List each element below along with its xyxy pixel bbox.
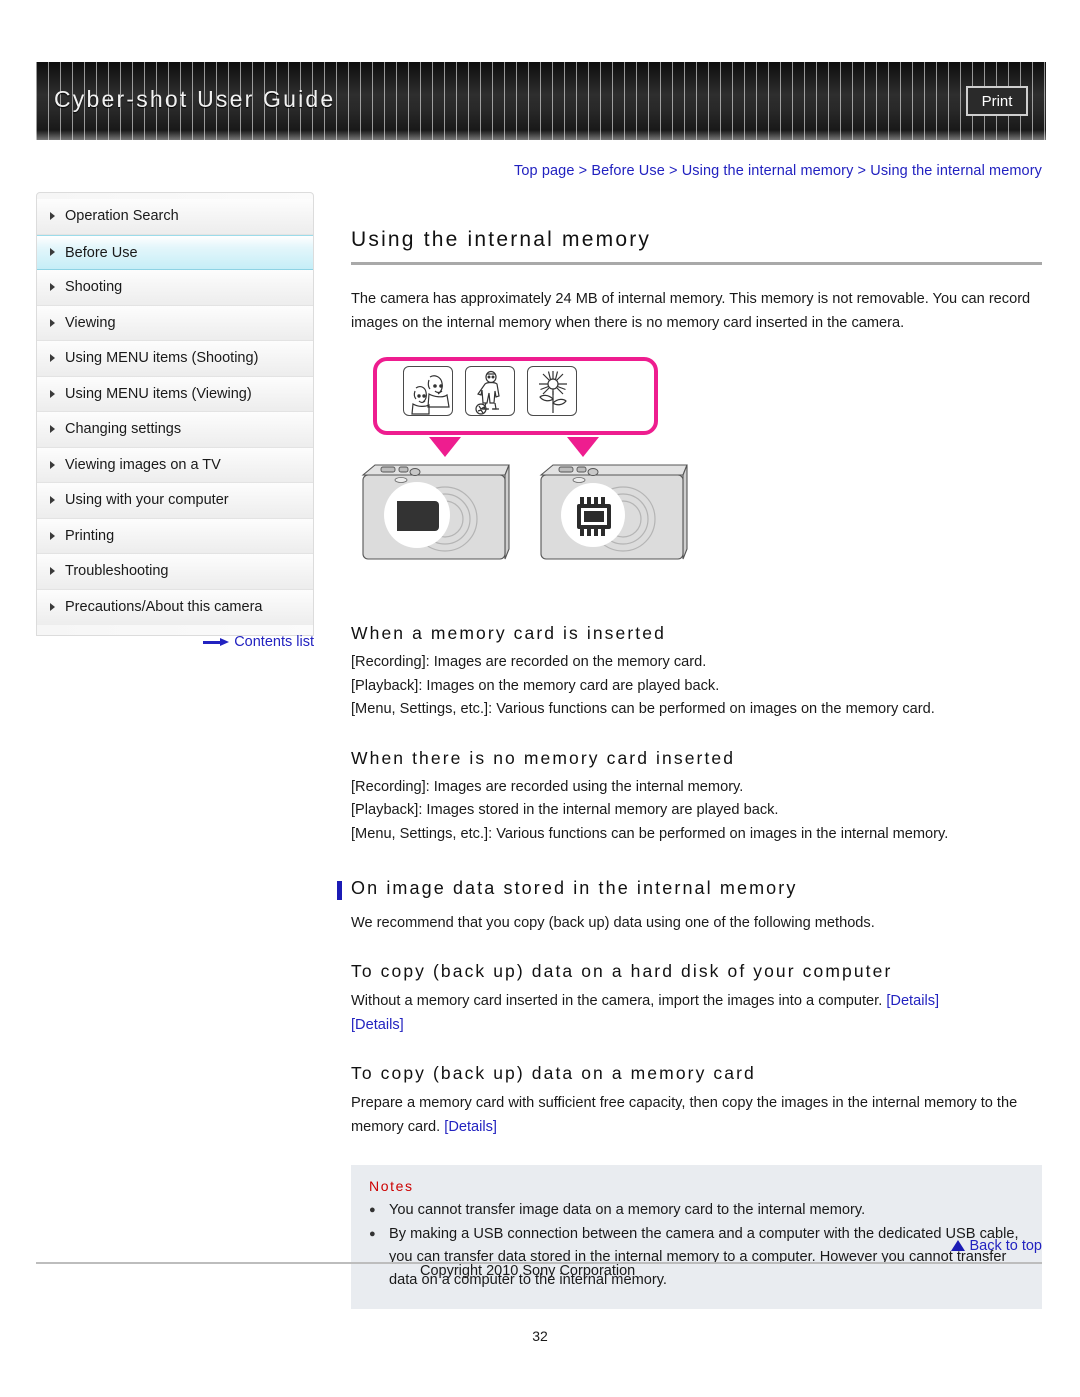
- sidebar-item-label: Before Use: [65, 244, 138, 261]
- sidebar-item-printing[interactable]: Printing: [37, 518, 313, 554]
- no-card-lines: [Recording]: Images are recorded using t…: [351, 776, 1042, 847]
- sidebar-item-label: Using with your computer: [65, 492, 229, 508]
- details-link-hard-disk-2[interactable]: [Details]: [351, 1017, 404, 1033]
- page-number: 32: [532, 1328, 548, 1344]
- print-button[interactable]: Print: [966, 86, 1028, 116]
- note-text: You cannot transfer image data on a memo…: [389, 1202, 866, 1218]
- bullet-icon: ●: [369, 1204, 376, 1216]
- sidebar-item-viewing-images-on-a-tv[interactable]: Viewing images on a TV: [37, 447, 313, 483]
- sidebar-item-label: Operation Search: [65, 208, 179, 224]
- chevron-right-icon: [50, 567, 55, 576]
- chevron-right-icon: [50, 603, 55, 612]
- sidebar-item-label: Using MENU items (Viewing): [65, 385, 252, 402]
- camera-with-memory-card-illustration: [357, 453, 517, 573]
- sidebar-item-label: Precautions/About this camera: [65, 598, 263, 615]
- list-item: [Menu, Settings, etc.]: Various function…: [351, 825, 949, 842]
- list-item: [Menu, Settings, etc.]: Various function…: [351, 701, 935, 717]
- chevron-right-icon: [50, 283, 55, 292]
- copyright-text: Copyright 2010 Sony Corporation: [420, 1263, 636, 1279]
- sidebar-item-changing-settings[interactable]: Changing settings: [37, 412, 313, 448]
- details-link-memory-card[interactable]: [Details]: [444, 1119, 497, 1135]
- section-marker-icon: [337, 881, 342, 900]
- breadcrumb[interactable]: Top page > Before Use > Using the intern…: [0, 163, 1042, 179]
- chevron-right-icon: [50, 531, 55, 540]
- heading-when-no-card: When there is no memory card inserted: [351, 747, 736, 768]
- list-item: ● By making a USB connection between the…: [369, 1223, 1024, 1292]
- app-title: Cyber-shot User Guide: [54, 86, 336, 112]
- contents-list-label: Contents list: [234, 634, 314, 650]
- sidebar-item-label: Viewing: [65, 314, 116, 331]
- notes-box: Notes ● You cannot transfer image data o…: [351, 1165, 1042, 1309]
- chevron-right-icon: [50, 212, 55, 221]
- flower-photo-icon: [527, 366, 577, 416]
- thumbnail-group: [403, 366, 577, 416]
- heading-on-image-data-stored: On image data stored in the internal mem…: [337, 878, 1042, 900]
- chevron-right-icon: [50, 425, 55, 434]
- hard-disk-body-text: Without a memory card inserted in the ca…: [351, 993, 887, 1009]
- list-item: [Recording]: Images are recorded using t…: [351, 778, 744, 795]
- sidebar-item-troubleshooting[interactable]: Troubleshooting: [37, 554, 313, 590]
- list-item: ● You cannot transfer image data on a me…: [369, 1199, 1024, 1222]
- main-content: Using the internal memory The camera has…: [337, 192, 1042, 1309]
- arrow-right-icon: [203, 637, 230, 647]
- internal-memory-illustration: [351, 353, 721, 601]
- chevron-right-icon: [50, 389, 55, 398]
- sidebar-item-label: Troubleshooting: [65, 563, 169, 579]
- details-link-hard-disk-1[interactable]: [Details]: [886, 993, 939, 1009]
- sidebar-item-using-with-your-computer[interactable]: Using with your computer: [37, 483, 313, 519]
- stored-data-intro: We recommend that you copy (back up) dat…: [351, 915, 875, 931]
- sidebar-item-label: Changing settings: [65, 421, 182, 437]
- heading-copy-to-memory-card: To copy (back up) data on a memory card: [351, 1063, 756, 1083]
- two-people-photo-icon: [403, 366, 453, 416]
- bullet-icon: ●: [369, 1228, 376, 1240]
- card-inserted-lines: [Recording]: Images are recorded on the …: [351, 651, 1042, 722]
- sidebar-item-shooting[interactable]: Shooting: [37, 270, 313, 306]
- heading-when-card-inserted: When a memory card is inserted: [351, 623, 666, 643]
- sidebar-item-using-menu-items-shooting[interactable]: Using MENU items (Shooting): [37, 341, 313, 377]
- soccer-player-photo-icon: [465, 366, 515, 416]
- copy-to-memory-card-text: Prepare a memory card with sufficient fr…: [351, 1091, 1042, 1139]
- heading-copy-to-hard-disk: To copy (back up) data on a hard disk of…: [351, 961, 893, 981]
- back-to-top-link[interactable]: Back to top: [351, 1238, 1042, 1254]
- sidebar-item-viewing[interactable]: Viewing: [37, 305, 313, 341]
- copy-to-hard-disk-text: Without a memory card inserted in the ca…: [351, 989, 1042, 1037]
- chevron-right-icon: [50, 354, 55, 363]
- chevron-right-icon: [50, 496, 55, 505]
- sidebar-nav: Operation Search Before Use Shooting Vie…: [36, 192, 314, 636]
- notes-title: Notes: [369, 1178, 414, 1194]
- contents-list-link[interactable]: Contents list: [36, 634, 314, 650]
- title-divider: [351, 262, 1042, 265]
- chevron-right-icon: [50, 460, 55, 469]
- sidebar-item-label: Viewing images on a TV: [65, 456, 221, 473]
- note-text: By making a USB connection between the c…: [389, 1226, 1019, 1288]
- triangle-up-icon: [951, 1240, 966, 1251]
- list-item: [Playback]: Images on the memory card ar…: [351, 677, 720, 694]
- sidebar-item-before-use[interactable]: Before Use: [37, 234, 313, 270]
- list-item: [Playback]: Images stored in the interna…: [351, 802, 779, 818]
- page-title: Using the internal memory: [351, 228, 652, 251]
- sidebar-item-label: Shooting: [65, 279, 123, 295]
- sidebar-item-operation-search[interactable]: Operation Search: [37, 199, 313, 235]
- list-item: [Recording]: Images are recorded on the …: [351, 654, 707, 670]
- section-heading-label: On image data stored in the internal mem…: [351, 878, 798, 898]
- camera-with-internal-memory-illustration: [535, 453, 695, 573]
- app-header-banner: Cyber-shot User Guide Print: [36, 62, 1046, 140]
- chevron-right-icon: [50, 248, 55, 257]
- back-to-top-label: Back to top: [969, 1238, 1042, 1254]
- sidebar-item-label: Printing: [65, 527, 115, 544]
- intro-paragraph: The camera has approximately 24 MB of in…: [351, 291, 1031, 331]
- sidebar-item-label: Using MENU items (Shooting): [65, 350, 259, 366]
- sidebar-item-using-menu-items-viewing[interactable]: Using MENU items (Viewing): [37, 376, 313, 412]
- sidebar-item-precautions-about-this-camera[interactable]: Precautions/About this camera: [37, 589, 313, 625]
- chevron-right-icon: [50, 318, 55, 327]
